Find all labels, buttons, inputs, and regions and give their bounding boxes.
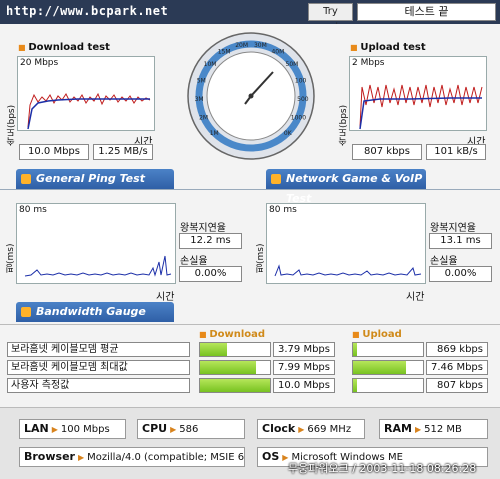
lan-info: LAN ▶ 100 Mbps	[19, 419, 126, 439]
gauge-tick-label: 30M	[254, 42, 267, 49]
gauge-tick-label: 1000	[291, 114, 306, 121]
bandwidth-row-label: 보라홈넷 케이블모뎀 최대값	[7, 360, 190, 375]
cpu-value: 586	[179, 424, 199, 435]
upload-value: 807 kbps	[426, 378, 488, 393]
upload-bar	[352, 378, 424, 393]
try-again-button[interactable]: Try again	[308, 3, 353, 33]
ping-left-graph: 80 ms	[16, 203, 176, 284]
ping-left-trace	[24, 255, 172, 277]
lan-label: LAN	[24, 422, 49, 435]
ping-left-xlabel: 시간	[156, 292, 175, 303]
speed-gauge: 1M 2M 3M 5M 10M15M 20M 30M 40M50M 100 500 1000 0K	[187, 32, 315, 160]
ram-label: RAM	[384, 422, 412, 435]
download-bar-fill	[200, 361, 256, 374]
cpu-info: CPU ▶ 586	[137, 419, 245, 439]
gauge-tick-label: 10M	[204, 61, 217, 68]
bandwidth-row-label: 보라홈넷 케이블모뎀 평균	[7, 342, 190, 357]
ping-right-loss: 0.00%	[429, 266, 492, 282]
cpu-label: CPU	[142, 422, 168, 435]
browser-info: Browser ▶ Mozilla/4.0 (compatible; MSIE 6.…	[19, 447, 245, 467]
ping-right-graph: 80 ms	[266, 203, 426, 284]
gauge-tick-label: 2M	[199, 114, 208, 121]
upload-kbps: 807 kbps	[352, 144, 422, 160]
upload-kbs: 101 kB/s	[426, 144, 486, 160]
upload-bar-fill	[353, 361, 406, 374]
gauge-tick-label: 3M	[195, 96, 204, 103]
ping-right-loss-label: 손실율	[430, 256, 458, 267]
upload-value: 869 kbps	[426, 342, 488, 357]
download-bar	[199, 342, 271, 357]
clock-label: Clock	[262, 422, 296, 435]
ping-right-trace	[274, 264, 422, 277]
ram-info: RAM ▶ 512 MB	[379, 419, 488, 439]
bandwidth-download-header: Download	[199, 329, 265, 340]
lan-value: 100 Mbps	[60, 424, 110, 435]
ping-left-loss: 0.00%	[179, 266, 242, 282]
arrow-icon: ▶	[170, 425, 177, 434]
credit-watermark: 무웅파워오크 / 2003-11-18 08:26:28	[288, 462, 477, 475]
gauge-tick-label: 0K	[284, 130, 293, 137]
browser-label: Browser	[24, 450, 75, 463]
bandwidth-upload-header: Upload	[352, 329, 401, 340]
tab-network-game-voip-test[interactable]: Network Game & VoIP Test	[266, 169, 426, 205]
download-bar-fill	[200, 343, 227, 356]
bandwidth-row-label: 사용자 측정값	[7, 378, 190, 393]
download-value: 10.0 Mbps	[273, 378, 335, 393]
download-mbs: 1.25 MB/s	[93, 144, 153, 160]
arrow-icon: ▶	[298, 425, 305, 434]
divider	[0, 189, 500, 190]
os-label: OS	[262, 450, 280, 463]
gauge-tick-label: 50M	[286, 61, 299, 68]
ping-left-loss-label: 손실율	[180, 256, 208, 267]
ping-left-rtt-label: 왕복지연율	[180, 223, 226, 234]
download-trace	[27, 92, 151, 130]
upload-title: Upload test	[350, 42, 425, 53]
status-field: 테스트 끝	[357, 3, 496, 21]
gauge-tick-label: 15M	[218, 48, 231, 55]
upload-bar	[352, 360, 424, 375]
download-graph: 20 Mbps	[17, 56, 155, 131]
tab-general-ping-test[interactable]: General Ping Test	[16, 169, 174, 189]
arrow-icon: ▶	[51, 425, 58, 434]
gauge-tick-label: 5M	[197, 78, 206, 85]
gauge-tick-label: 20M	[235, 42, 248, 49]
upload-bar-fill	[353, 343, 358, 356]
download-value: 7.99 Mbps	[273, 360, 335, 375]
upload-bar-fill	[353, 379, 358, 392]
download-title: Download test	[18, 42, 110, 53]
arrow-icon: ▶	[414, 425, 422, 434]
tab-bandwidth-gauge[interactable]: Bandwidth Gauge	[16, 302, 174, 322]
download-bar	[199, 360, 271, 375]
browser-value: Mozilla/4.0 (compatible; MSIE 6.0	[87, 452, 245, 463]
download-bar	[199, 378, 271, 393]
clock-info: Clock ▶ 669 MHz	[257, 419, 365, 439]
gauge-tick-label: 500	[297, 96, 309, 103]
arrow-icon: ▶	[77, 453, 85, 462]
ping-right-rtt: 13.1 ms	[429, 233, 492, 249]
upload-value: 7.46 Mbps	[426, 360, 488, 375]
download-bar-fill	[200, 379, 270, 392]
upload-bar	[352, 342, 424, 357]
ping-left-rtt: 12.2 ms	[179, 233, 242, 249]
clock-value: 669 MHz	[307, 424, 352, 435]
gauge-tick-label: 1M	[210, 130, 219, 137]
download-value: 3.79 Mbps	[273, 342, 335, 357]
site-url: http://www.bcpark.net	[6, 4, 169, 18]
ram-value: 512 MB	[424, 424, 462, 435]
upload-graph: 2 Mbps	[349, 56, 487, 131]
ping-right-xlabel: 시간	[406, 292, 425, 303]
gauge-tick-label: 40M	[271, 48, 284, 55]
ping-right-rtt-label: 왕복지연율	[430, 223, 476, 234]
upload-trace	[359, 84, 483, 130]
gauge-tick-label: 100	[295, 78, 307, 85]
download-mbps: 10.0 Mbps	[19, 144, 89, 160]
